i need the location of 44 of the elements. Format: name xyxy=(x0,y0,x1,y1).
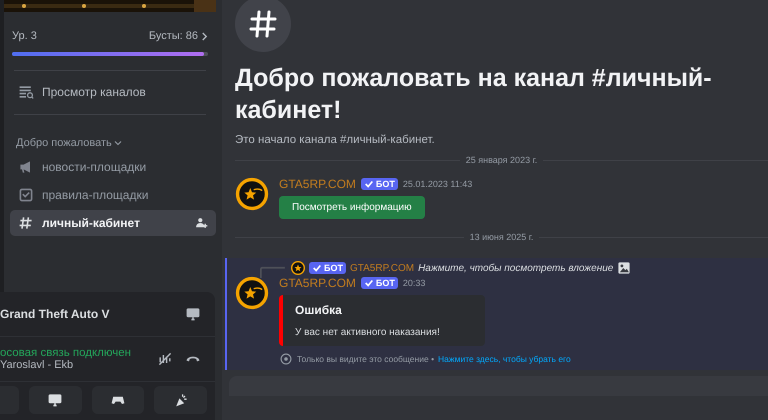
activity-button[interactable] xyxy=(92,386,144,414)
bot-badge: БОТ xyxy=(360,178,398,190)
checkbox-icon xyxy=(18,187,34,203)
bot-avatar[interactable] xyxy=(235,177,269,211)
bot-badge: БОТ xyxy=(360,277,398,289)
hashtag-icon xyxy=(18,215,34,231)
add-member-icon[interactable] xyxy=(194,216,208,230)
boosts-link[interactable]: Бусты: 86 xyxy=(148,30,208,42)
list-search-icon xyxy=(18,84,34,100)
channel-item[interactable]: личный-кабинет xyxy=(10,210,216,236)
game-activity-title: Grand Theft Auto V xyxy=(0,307,111,321)
voice-channel-name[interactable]: Yaroslavl - Ekb xyxy=(0,359,145,371)
reply-preview[interactable]: Нажмите, чтобы посмотреть вложение xyxy=(418,262,614,274)
monitor-icon xyxy=(47,392,64,408)
welcome-subtitle: Это начало канала #личный-кабинет. xyxy=(235,134,436,146)
view-info-button[interactable]: Посмотреть информацию xyxy=(279,196,425,219)
bot-badge: БОТ xyxy=(309,262,346,274)
chevron-right-icon xyxy=(201,32,208,40)
embed-description: У вас нет активного наказания! xyxy=(295,327,441,338)
welcome-title: Добро пожаловать на канал #личный-кабинет! xyxy=(235,63,713,126)
screen-share-icon[interactable] xyxy=(185,306,201,322)
message-author[interactable]: GTA5RP.COM xyxy=(279,177,356,191)
noise-suppression-icon[interactable] xyxy=(157,351,173,367)
voice-status: осовая связь подключен xyxy=(0,347,132,359)
channel-hash-icon xyxy=(235,0,291,52)
reply-author[interactable]: GTA5RP.COM xyxy=(350,262,414,274)
bot-avatar[interactable] xyxy=(235,276,269,310)
server-level: Ур. 3 xyxy=(12,30,37,42)
embed-title: Ошибка xyxy=(295,303,343,317)
dismiss-message-link[interactable]: Нажмите здесь, чтобы убрать его xyxy=(438,354,571,364)
channel-item[interactable]: правила-площадки xyxy=(10,182,216,208)
eye-icon xyxy=(279,352,293,366)
message-timestamp: 25.01.2023 11:43 xyxy=(402,179,472,189)
bot-avatar[interactable] xyxy=(291,261,305,275)
message-author[interactable]: GTA5RP.COM xyxy=(279,276,356,290)
screen-share-button[interactable] xyxy=(28,386,82,414)
category-label: Добро пожаловать xyxy=(16,137,112,149)
image-icon xyxy=(617,261,632,275)
browse-channels-item[interactable]: Просмотр каналов xyxy=(4,71,216,100)
message-timestamp: 20:33 xyxy=(402,278,426,288)
ephemeral-note: Только вы видите это сообщение • xyxy=(297,354,434,364)
soundboard-button[interactable] xyxy=(154,386,207,414)
channel-item[interactable]: новости-площадки xyxy=(10,154,216,180)
reply-connector xyxy=(257,266,287,278)
